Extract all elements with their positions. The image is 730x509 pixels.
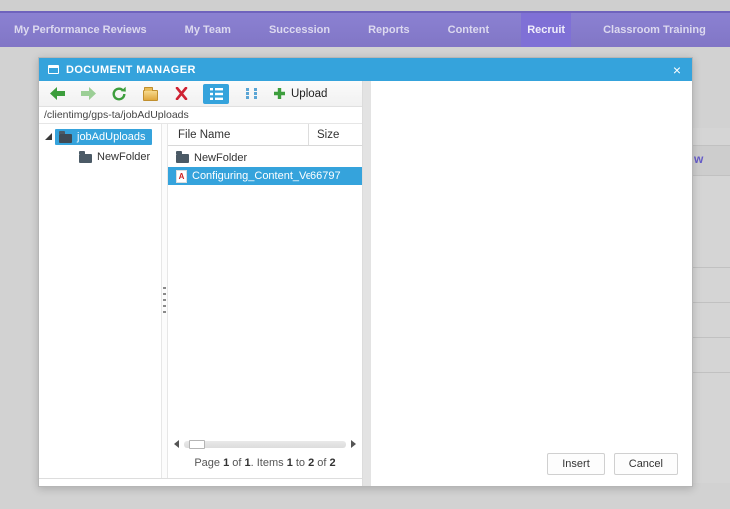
address-path-field[interactable]: /clientimg/gps-ta/jobAdUploads: [39, 107, 362, 124]
upload-plus-icon: [273, 87, 286, 100]
explorer-left-column: Upload /clientimg/gps-ta/jobAdUploads jo…: [39, 81, 363, 486]
upload-button[interactable]: Upload: [273, 85, 327, 103]
horizontal-scrollbar[interactable]: [174, 438, 356, 450]
file-grid: File Name Size NewFolder Configuring_Cont…: [168, 124, 362, 478]
background-table-row: [690, 303, 730, 338]
scroll-right-icon[interactable]: [351, 440, 356, 448]
nav-item-succession[interactable]: Succession: [263, 13, 336, 47]
partial-view-link: w: [694, 152, 704, 166]
nav-item-recruit[interactable]: Recruit: [521, 13, 572, 47]
background-table-row: [690, 373, 730, 483]
document-manager-dialog: DOCUMENT MANAGER × Upload /clientimg/gps…: [38, 57, 693, 487]
close-icon[interactable]: ×: [671, 63, 683, 77]
window-icon: [48, 65, 59, 74]
file-size-cell: 66797: [310, 170, 341, 182]
tree-grid-splitter[interactable]: [161, 124, 168, 478]
splitter-grip-icon: [163, 287, 166, 315]
pdf-icon: [176, 169, 187, 183]
background-table-row: [690, 128, 730, 146]
nav-item-reports[interactable]: Reports: [362, 13, 416, 47]
nav-item-content[interactable]: Content: [442, 13, 496, 47]
file-grid-rows: NewFolder Configuring_Content_Vendo66797: [168, 146, 362, 185]
forward-button[interactable]: [79, 85, 97, 103]
column-header-file-name[interactable]: File Name: [168, 129, 308, 141]
left-column-footer: [39, 478, 362, 486]
list-view-button[interactable]: [203, 83, 229, 104]
tree-node-label: jobAdUploads: [77, 131, 146, 143]
dialog-titlebar: DOCUMENT MANAGER ×: [39, 58, 692, 81]
file-row[interactable]: NewFolder: [168, 149, 362, 167]
back-button[interactable]: [48, 85, 66, 103]
background-table-row: w: [690, 146, 730, 176]
file-name-cell: NewFolder: [194, 152, 248, 164]
nav-item-classroom-training[interactable]: Classroom Training: [597, 13, 712, 47]
delete-x-icon: [175, 87, 188, 100]
new-folder-icon: [142, 86, 158, 101]
grid-view-button[interactable]: [242, 85, 260, 103]
file-row[interactable]: Configuring_Content_Vendo66797: [168, 167, 362, 185]
scrollbar-thumb[interactable]: [189, 439, 205, 449]
refresh-icon: [111, 86, 127, 102]
tree-node-label: NewFolder: [97, 151, 151, 163]
top-strip: [0, 0, 730, 11]
folder-icon: [79, 150, 92, 163]
tree-expand-icon[interactable]: [45, 132, 52, 140]
grid-preview-splitter[interactable]: [363, 81, 371, 486]
folder-icon: [176, 151, 189, 163]
cancel-button[interactable]: Cancel: [613, 453, 678, 475]
folder-tree: jobAdUploads NewFolder: [39, 124, 161, 478]
back-arrow-icon: [49, 87, 65, 100]
refresh-button[interactable]: [110, 85, 128, 103]
top-nav: My Performance Reviews My Team Succession R…: [0, 11, 730, 47]
scroll-left-icon[interactable]: [174, 440, 179, 448]
scrollbar-track[interactable]: [184, 439, 346, 449]
list-view-icon: [209, 87, 223, 100]
nav-item-my-team[interactable]: My Team: [179, 13, 237, 47]
insert-button[interactable]: Insert: [547, 453, 605, 475]
explorer-toolbar: Upload: [39, 81, 362, 107]
new-folder-button[interactable]: [141, 85, 159, 103]
column-header-size[interactable]: Size: [308, 124, 362, 145]
upload-label: Upload: [291, 87, 328, 100]
preview-pane: Insert Cancel: [371, 81, 692, 486]
tree-node-root-selected[interactable]: jobAdUploads: [55, 129, 152, 145]
tree-node-root[interactable]: jobAdUploads: [39, 129, 161, 145]
folder-icon: [59, 130, 72, 143]
background-table-row: [690, 176, 730, 268]
background-table-row: [690, 338, 730, 373]
dialog-title: DOCUMENT MANAGER: [66, 63, 196, 76]
delete-button[interactable]: [172, 85, 190, 103]
background-table-row: [690, 268, 730, 303]
pager-text: Page 1 of 1. Items 1 to 2 of 2: [194, 457, 336, 469]
nav-item-my-performance-reviews[interactable]: My Performance Reviews: [8, 13, 153, 47]
grid-view-icon: [245, 87, 258, 100]
tree-node-newfolder[interactable]: NewFolder: [79, 150, 161, 163]
file-name-cell: Configuring_Content_Vendo: [192, 170, 310, 182]
background-table: w: [690, 128, 730, 509]
file-grid-header: File Name Size: [168, 124, 362, 146]
forward-arrow-icon: [80, 87, 96, 100]
